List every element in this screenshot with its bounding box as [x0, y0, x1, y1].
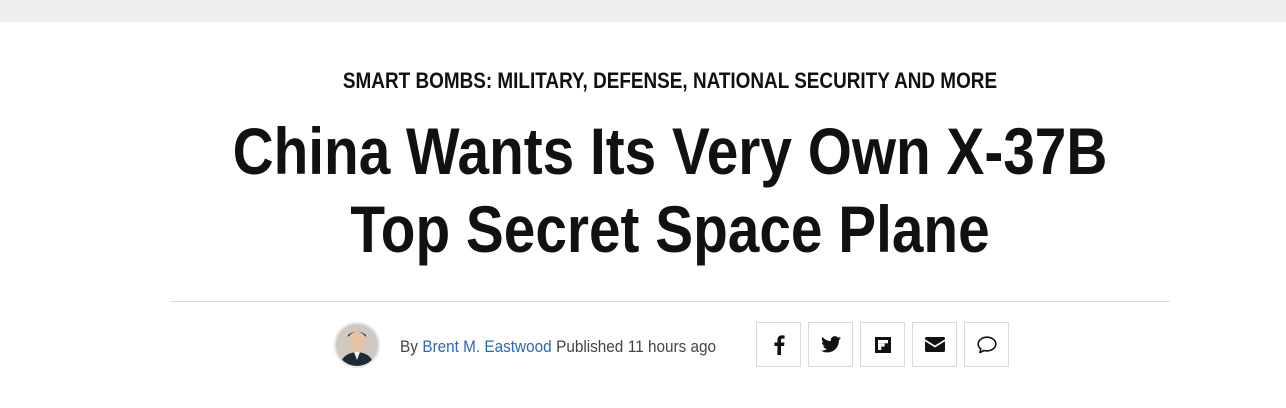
section-kicker[interactable]: SMART BOMBS: MILITARY, DEFENSE, NATIONAL…	[94, 68, 1246, 94]
comment-icon	[976, 335, 997, 353]
article-headline: China Wants Its Very Own X-37B Top Secre…	[232, 114, 1108, 266]
published-label: Published	[556, 337, 624, 356]
share-flipboard-button[interactable]	[860, 322, 905, 367]
share-bar	[756, 322, 1016, 367]
share-email-button[interactable]	[912, 322, 957, 367]
top-bar	[0, 0, 1286, 22]
facebook-icon	[773, 334, 785, 355]
share-facebook-button[interactable]	[756, 322, 801, 367]
avatar-portrait	[336, 324, 378, 366]
author-link[interactable]: Brent M. Eastwood	[422, 337, 551, 356]
email-icon	[924, 337, 945, 352]
byline-by: By	[400, 337, 418, 356]
share-twitter-button[interactable]	[808, 322, 853, 367]
share-comment-button[interactable]	[964, 322, 1009, 367]
flipboard-icon	[874, 336, 891, 353]
byline: By Brent M. Eastwood Published 11 hours ago	[400, 337, 721, 357]
divider	[170, 301, 1170, 302]
published-time: 11 hours ago	[627, 337, 717, 356]
twitter-icon	[820, 336, 841, 353]
author-avatar[interactable]	[334, 322, 380, 368]
